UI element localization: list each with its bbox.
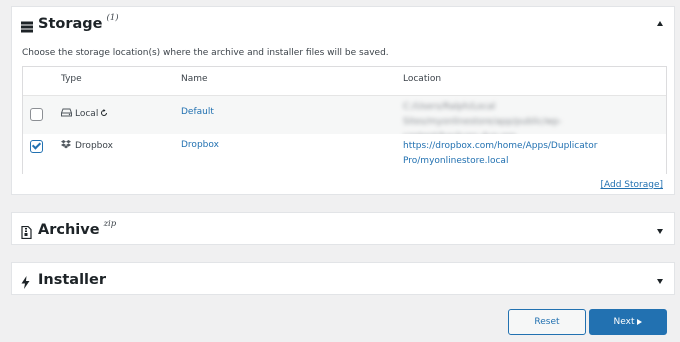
storage-panel: Storage (1) Choose the storage location(… xyxy=(11,6,675,195)
type-cell: Dropbox xyxy=(61,140,113,152)
archive-panel: Archive zip xyxy=(11,212,675,245)
installer-title: Installer xyxy=(38,271,106,288)
collapse-caret-icon[interactable] xyxy=(657,21,663,26)
archive-format: zip xyxy=(103,218,117,229)
storage-description: Choose the storage location(s) where the… xyxy=(22,48,389,58)
location-line-1: https://dropbox.com/home/Apps/Duplicator xyxy=(403,141,598,151)
location-link[interactable]: https://dropbox.com/home/Apps/Duplicator… xyxy=(403,139,623,169)
table-row: Dropbox Dropbox https://dropbox.com/home… xyxy=(23,134,666,174)
play-arrow-icon xyxy=(637,319,643,325)
dropbox-icon xyxy=(61,140,71,152)
storage-count: (1) xyxy=(106,12,119,23)
expand-caret-icon[interactable] xyxy=(657,229,663,234)
reset-label: Reset xyxy=(534,317,560,327)
next-label: Next xyxy=(613,317,635,327)
add-storage-link[interactable]: [Add Storage] xyxy=(600,180,663,190)
storage-name-link[interactable]: Default xyxy=(181,107,214,117)
type-label: Local xyxy=(75,109,99,119)
location-line-2: Pro/myonlinestore.local xyxy=(403,156,509,166)
storage-panel-header[interactable]: Storage (1) xyxy=(12,7,674,40)
installer-panel: Installer xyxy=(11,262,675,295)
archive-panel-header[interactable]: Archive zip xyxy=(12,213,674,246)
expand-caret-icon[interactable] xyxy=(657,279,663,284)
storage-title: Storage xyxy=(38,15,103,32)
column-name: Name xyxy=(181,74,208,84)
location-line-1: C:/Users/Ralph/Local Sites/myonlinestore… xyxy=(403,102,562,127)
lightning-bolt-icon xyxy=(21,274,33,289)
storage-name-link[interactable]: Dropbox xyxy=(181,140,219,150)
table-header: Type Name Location xyxy=(23,67,666,96)
column-type: Type xyxy=(61,74,82,84)
hard-drive-icon xyxy=(61,108,72,120)
stack-icon xyxy=(21,18,33,32)
refresh-icon xyxy=(100,108,108,120)
column-location: Location xyxy=(403,74,442,84)
storage-table: Type Name Location Local Default C:/User… xyxy=(22,66,667,174)
checkmark-icon xyxy=(31,140,42,150)
storage-checkbox-dropbox[interactable] xyxy=(30,140,43,153)
table-row: Local Default C:/Users/Ralph/Local Sites… xyxy=(23,96,666,142)
type-cell: Local xyxy=(61,108,108,120)
next-button[interactable]: Next xyxy=(589,309,667,335)
storage-checkbox-local[interactable] xyxy=(30,108,43,121)
reset-button[interactable]: Reset xyxy=(508,309,586,335)
archive-title: Archive xyxy=(38,221,100,238)
archive-file-icon xyxy=(21,224,33,239)
type-label: Dropbox xyxy=(75,141,113,151)
installer-panel-header[interactable]: Installer xyxy=(12,263,674,296)
